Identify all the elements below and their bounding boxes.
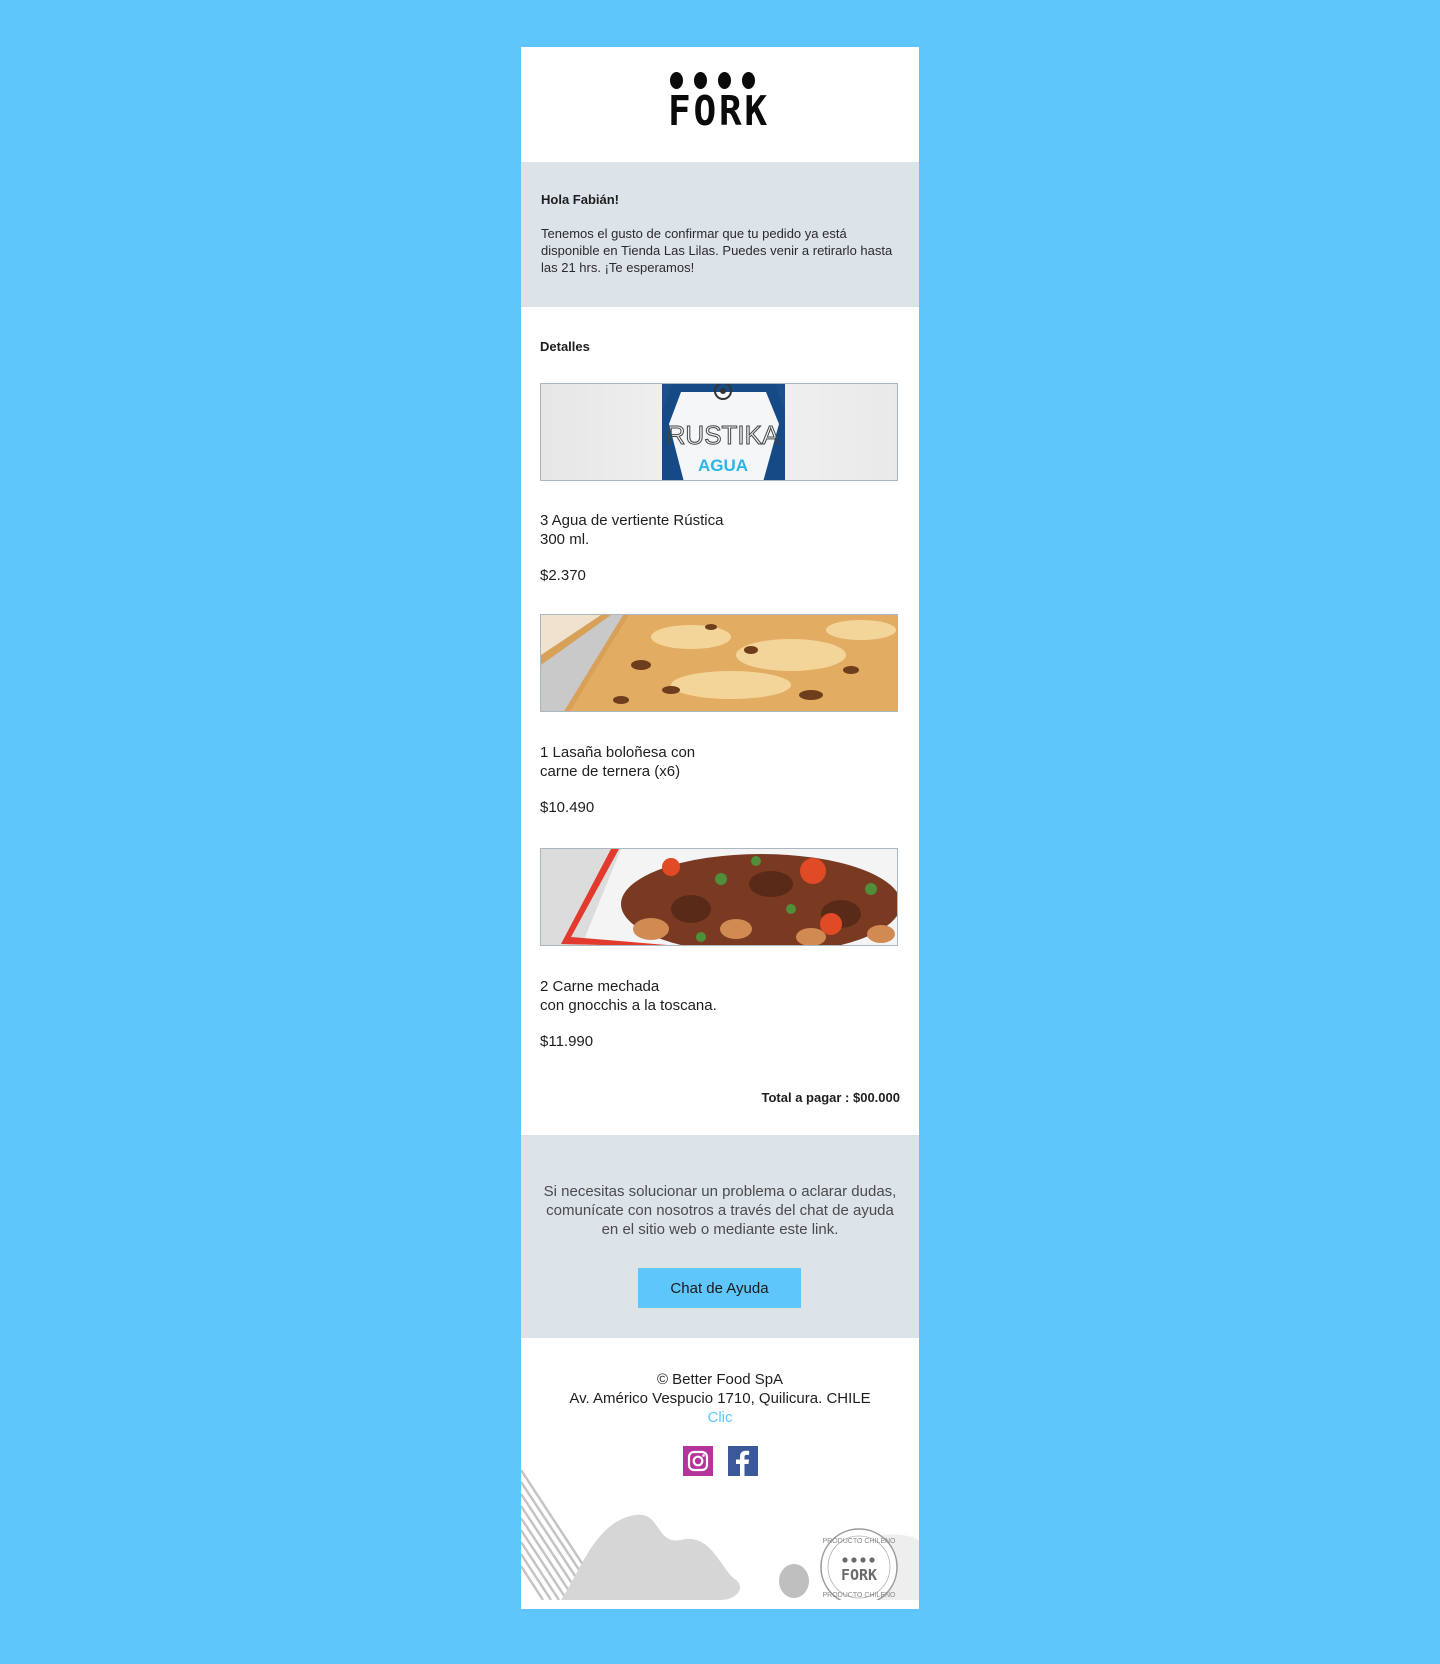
logo-wordmark: FORK <box>668 87 770 135</box>
details-title: Detalles <box>540 339 590 354</box>
bottle-type-text: AGUA <box>698 456 748 475</box>
footer-link[interactable]: Clic <box>521 1408 919 1427</box>
email-footer: © Better Food SpA Av. Américo Vespucio 1… <box>521 1338 919 1600</box>
greeting-title: Hola Fabián! <box>541 192 620 207</box>
order-total: Total a pagar : $00.000 <box>761 1090 901 1105</box>
order-details: Detalles RUSTIKA AGUA 3 Agua de vertient… <box>521 307 919 1105</box>
email-container: FORK Hola Fabián! Tenemos el gusto de co… <box>521 47 919 1609</box>
product-price: $11.990 <box>540 1033 594 1050</box>
beef-gnocchi-image <box>540 848 898 946</box>
greeting-message: Tenemos el gusto de confirmar que tu ped… <box>541 226 893 275</box>
stamp-text-top: PRODUCTO CHILENO <box>823 1538 897 1545</box>
lasagna-image <box>540 614 898 712</box>
bottle-brand-text: RUSTIKA <box>667 420 780 450</box>
fork-logo: FORK <box>668 72 772 134</box>
stamp-logo: FORK <box>841 1566 877 1584</box>
help-section: Si necesitas solucionar un problema o ac… <box>521 1135 919 1338</box>
copyright-text: © Better Food SpA <box>656 1371 784 1388</box>
product-name: 2 Carne mechada con gnocchis a la toscan… <box>540 978 717 1014</box>
greeting-section: Hola Fabián! Tenemos el gusto de confirm… <box>521 162 919 307</box>
stamp-text-bottom: PRODUCTO CHILENO <box>823 1592 897 1599</box>
water-bottle-image: RUSTIKA AGUA <box>540 383 898 481</box>
product-stamp: PRODUCTO CHILENO FORK PRODUCTO CHILENO <box>820 1528 898 1600</box>
email-header: FORK <box>521 47 919 162</box>
product-name: 1 Lasaña boloñesa con carne de ternera (… <box>540 744 696 780</box>
company-address: Av. Américo Vespucio 1710, Quilicura. CH… <box>569 1390 871 1407</box>
help-text: Si necesitas solucionar un problema o ac… <box>543 1183 897 1238</box>
water-bottle-graphic: RUSTIKA AGUA <box>541 384 897 480</box>
lasagna-graphic <box>541 615 897 711</box>
footer-decoration: PRODUCTO CHILENO FORK PRODUCTO CHILENO <box>521 1469 919 1600</box>
product-name: 3 Agua de vertiente Rústica 300 ml. <box>540 512 724 548</box>
beef-gnocchi-graphic <box>541 849 897 945</box>
product-price: $2.370 <box>540 567 586 584</box>
help-chat-button[interactable]: Chat de Ayuda <box>638 1268 801 1308</box>
product-price: $10.490 <box>540 799 595 816</box>
